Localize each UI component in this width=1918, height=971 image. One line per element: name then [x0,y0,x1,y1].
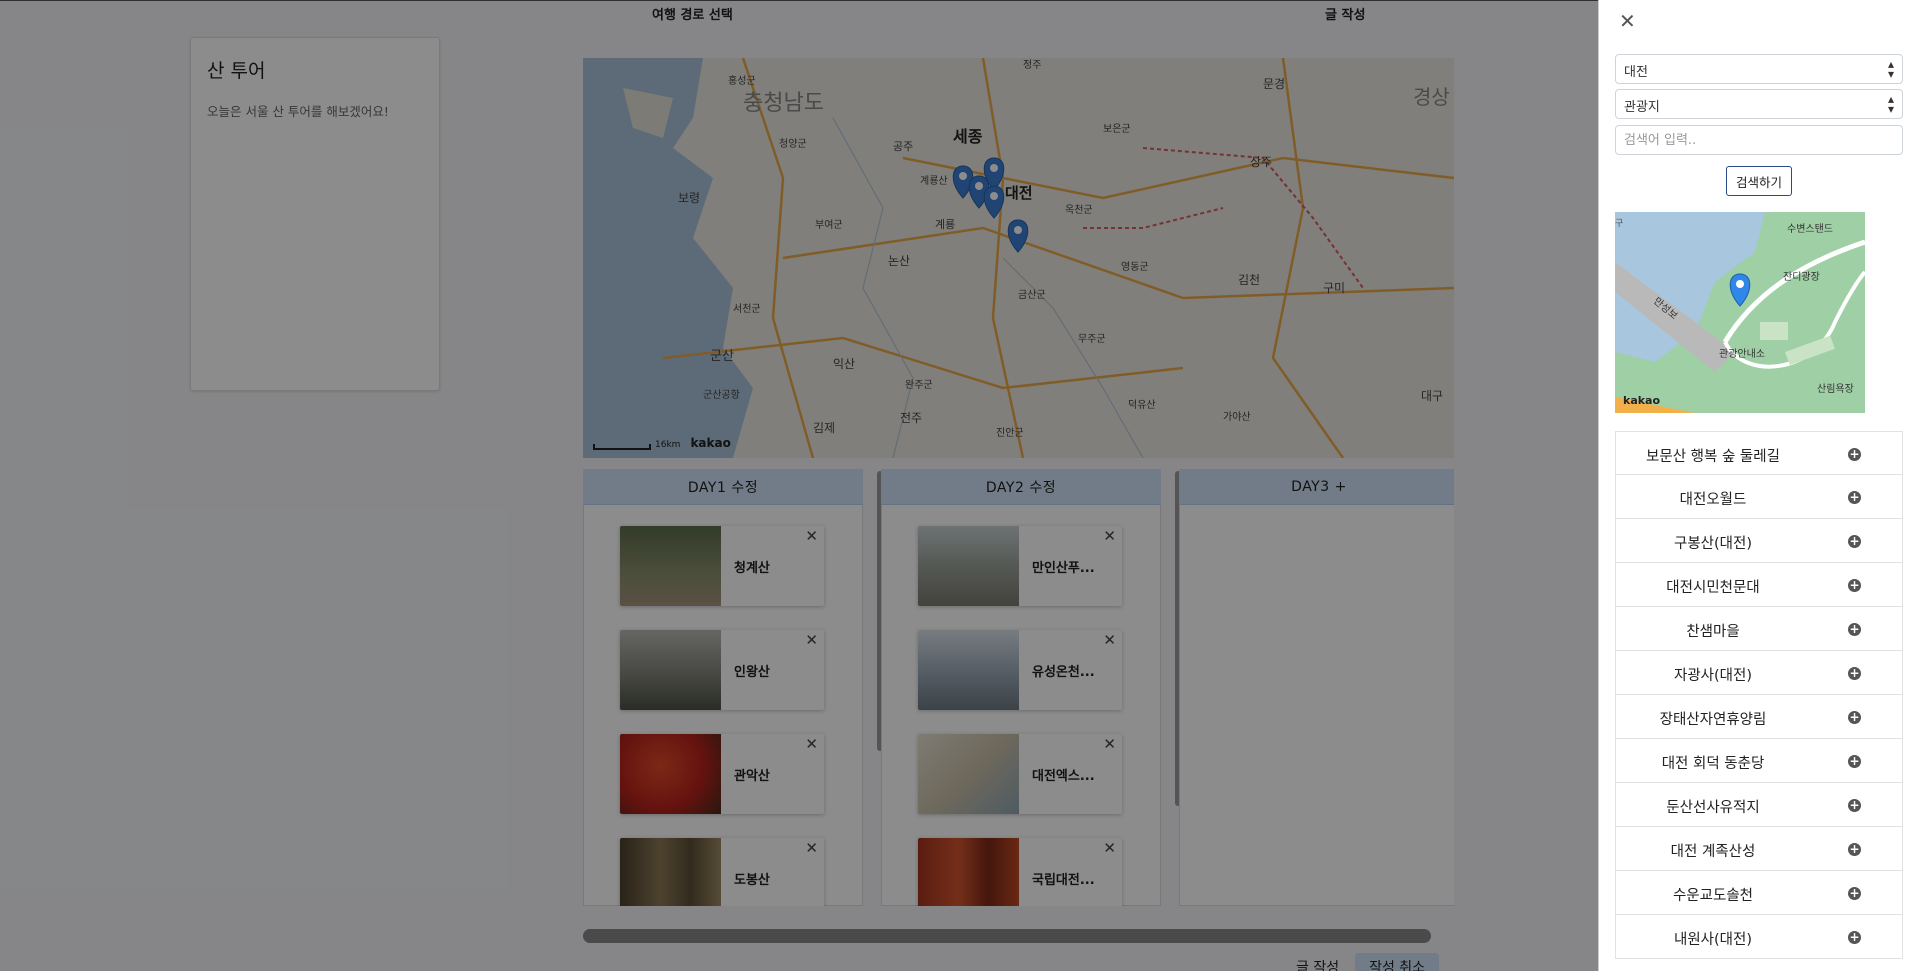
list-item[interactable]: 대전 계족산성 + [1615,827,1903,871]
list-item[interactable]: 수운교도솔천 + [1615,871,1903,915]
map-label: 구 [1615,218,1623,229]
map-label: 관광안내소 [1719,348,1765,360]
result-label: 찬샘마을 [1686,624,1740,640]
plus-circle-icon[interactable]: + [1848,931,1861,944]
result-label: 수운교도솔천 [1672,888,1754,904]
result-label: 자광사(대전) [1673,668,1752,684]
result-label: 보문산 행복 숲 둘레길 [1646,449,1780,465]
result-label: 대전 계족산성 [1670,844,1756,860]
sort-arrows-icon: ▴ ▾ [1887,57,1894,81]
category-select[interactable]: 관광지 ▴ ▾ [1615,89,1903,119]
list-item[interactable]: 찬샘마을 + [1615,607,1903,651]
result-label: 장태산자연휴양림 [1659,712,1767,728]
plus-circle-icon[interactable]: + [1848,448,1861,461]
plus-circle-icon[interactable]: + [1848,579,1861,592]
plus-circle-icon[interactable]: + [1848,843,1861,856]
list-item[interactable]: 대전 회덕 동춘당 + [1615,739,1903,783]
plus-circle-icon[interactable]: + [1848,667,1861,680]
category-select-value: 관광지 [1624,100,1660,115]
search-button[interactable]: 검색하기 [1726,166,1792,196]
list-item[interactable]: 구봉산(대전) + [1615,519,1903,563]
plus-circle-icon[interactable]: + [1848,535,1861,548]
search-result-list: 보문산 행복 숲 둘레길 + 대전오월드 + 구봉산(대전) + 대전시민천문대 + 찬샘마을 +… [1615,431,1903,959]
sort-arrows-icon: ▴ ▾ [1887,92,1894,116]
region-select[interactable]: 대전 ▴ ▾ [1615,54,1903,84]
map-label: 수변스탠드 [1787,223,1833,235]
map-label: 산림욕장 [1817,383,1854,395]
kakao-logo: kakao [1623,394,1661,407]
region-select-value: 대전 [1624,65,1648,80]
list-item[interactable]: 장태산자연휴양림 + [1615,695,1903,739]
result-label: 대전 회덕 동춘당 [1661,756,1765,772]
list-item[interactable]: 둔산선사유적지 + [1615,783,1903,827]
modal-backdrop[interactable] [0,0,1598,971]
list-item[interactable]: 보문산 행복 숲 둘레길 + [1615,431,1903,475]
result-label: 대전시민천문대 [1666,580,1760,596]
plus-circle-icon[interactable]: + [1848,755,1861,768]
list-item[interactable]: 대전시민천문대 + [1615,563,1903,607]
plus-circle-icon[interactable]: + [1848,711,1861,724]
place-preview-map[interactable]: 수변스탠드 잔디광장 만성보 관광안내소 산림욕장 구 kakao [1615,212,1865,413]
map-label: 잔디광장 [1783,271,1820,283]
result-label: 구봉산(대전) [1673,536,1752,552]
result-label: 내원사(대전) [1673,932,1752,948]
plus-circle-icon[interactable]: + [1848,887,1861,900]
close-icon[interactable]: ✕ [1619,11,1636,31]
result-label: 대전오월드 [1679,492,1747,508]
plus-circle-icon[interactable]: + [1848,623,1861,636]
mini-map-canvas: 수변스탠드 잔디광장 만성보 관광안내소 산림욕장 구 [1615,212,1865,413]
place-search-drawer: ✕ 대전 ▴▾ 관광지 ▴▾ 검색하기 수변스탠드 잔디광장 만성보 관광안내소… [1598,0,1918,971]
list-item[interactable]: 자광사(대전) + [1615,651,1903,695]
result-label: 둔산선사유적지 [1666,800,1760,816]
list-item[interactable]: 내원사(대전) + [1615,915,1903,959]
plus-circle-icon[interactable]: + [1848,491,1861,504]
plus-circle-icon[interactable]: + [1848,799,1861,812]
search-input[interactable] [1615,125,1903,155]
list-item[interactable]: 대전오월드 + [1615,475,1903,519]
